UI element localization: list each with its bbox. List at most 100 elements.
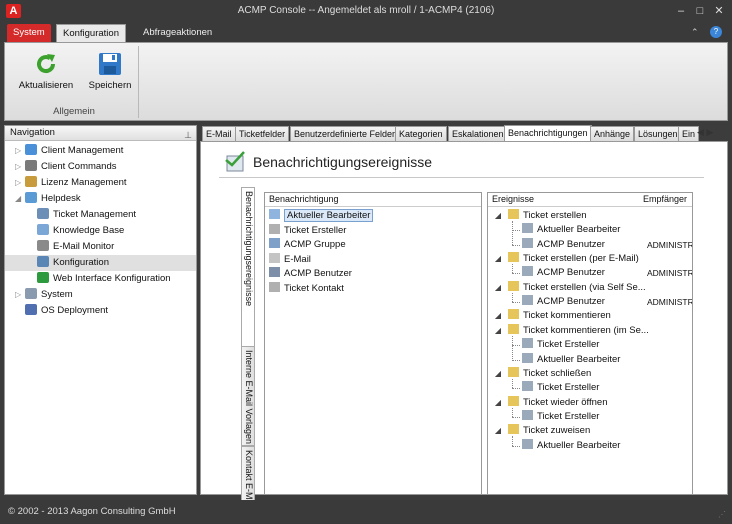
event-icon [508,424,519,435]
tree-connector [512,292,513,303]
event-node[interactable]: Ticket erstellen [508,209,587,223]
content-tab[interactable]: E-Mail [202,126,236,141]
collapse-icon[interactable]: ◢ [494,212,502,220]
event-recipient-node[interactable]: Aktueller Bearbeiter [522,438,620,453]
event-node[interactable]: Ticket kommentieren (im Se... [508,323,649,338]
tab-konfiguration[interactable]: Konfiguration [56,24,126,42]
event-label: Ticket kommentieren [523,310,611,322]
notification-item[interactable]: ACMP Benutzer [269,267,352,281]
recipient-icon [269,281,280,292]
expander-icon[interactable]: ◢ [15,191,25,207]
vtab-kontakt-email[interactable]: Kontakt E-Mail V [241,446,255,517]
nav-item-label: Lizenz Management [41,177,127,188]
tab-abfrageaktionen[interactable]: Abfrageaktionen [137,24,218,42]
collapse-icon[interactable]: ◢ [494,283,502,292]
event-node[interactable]: Ticket schließen [508,366,591,381]
floppy-disk-icon [99,53,121,75]
event-recipient-node[interactable]: Ticket Ersteller [522,409,599,424]
save-label: Speichern [88,80,132,91]
event-recipient-node[interactable]: ACMP Benutzer [522,237,605,252]
vtab-benachrichtigungsereignisse[interactable]: Benachrichtigungsereignisse [241,187,255,352]
nav-item-label: Knowledge Base [53,225,125,236]
event-recipient-node[interactable]: Ticket Ersteller [522,338,599,352]
vtab-interne-email-vorlagen[interactable]: Interne E-Mail Vorlagen [241,346,255,446]
expander-icon[interactable]: ▷ [15,175,25,191]
notification-item[interactable]: Ticket Kontakt [269,281,344,296]
recipient-icon [522,381,533,392]
minimize-button[interactable]: – [674,4,688,18]
copyright-text: © 2002 - 2013 Aagon Consulting GmbH [8,506,176,517]
tab-scroll-arrows[interactable]: ◀ ▶ [697,127,727,138]
save-button[interactable]: Speichern [81,49,139,99]
content-tab[interactable]: Ticketfelder [235,126,290,141]
content-tab[interactable]: Benachrichtigungen [504,125,592,141]
client-commands-icon [25,160,37,171]
content-tab[interactable]: Benutzerdefinierte Felder [290,126,400,141]
help-icon[interactable]: ? [710,26,722,38]
event-node[interactable]: Ticket wieder öffnen [508,395,608,410]
section-title: Benachrichtigungsereignisse [253,154,432,170]
event-node[interactable]: Ticket erstellen (via Self Se... [508,280,646,295]
nav-item[interactable]: Ticket Management [5,207,196,223]
collapse-icon[interactable]: ◢ [494,427,502,435]
events-header[interactable]: Ereignisse [492,194,534,204]
event-node[interactable]: Ticket zuweisen [508,424,590,438]
nav-item[interactable]: Knowledge Base [5,223,196,239]
recipients-header[interactable]: Empfänger [643,193,687,206]
tab-system[interactable]: System [7,24,51,42]
notification-item[interactable]: E-Mail [269,252,311,267]
notification-item[interactable]: Aktueller Bearbeiter [269,209,374,223]
section-divider [219,177,704,178]
content-tab[interactable]: Ein [678,126,700,141]
notification-item[interactable]: Ticket Ersteller [269,223,346,238]
event-recipient-node[interactable]: ACMP Benutzer [522,295,605,309]
tree-connector [512,359,520,361]
event-recipient-node[interactable]: Ticket Ersteller [522,381,599,395]
resize-grip-icon[interactable]: ⋰ [718,510,728,520]
window-title: ACMP Console -- Angemeldet als mroll / 1… [237,5,495,16]
collapse-icon[interactable]: ◢ [494,398,502,407]
nav-item-label: E-Mail Monitor [53,241,115,252]
nav-item[interactable]: ◢ Helpdesk [5,191,196,207]
tree-connector [512,230,520,232]
nav-item[interactable]: ▷ Client Management [5,143,196,159]
event-node[interactable]: Ticket erstellen (per E-Mail) [508,252,639,266]
tree-connector [512,378,513,389]
nav-item[interactable]: E-Mail Monitor [5,239,196,255]
tree-connector [512,436,513,446]
collapse-icon[interactable]: ◢ [494,326,502,335]
refresh-button[interactable]: Aktualisieren [17,49,75,99]
event-recipient-node[interactable]: Aktueller Bearbeiter [522,352,621,367]
nav-item[interactable]: ▷ System [5,287,196,303]
close-button[interactable]: ✕ [712,4,726,18]
content-tab[interactable]: Lösungen [634,126,682,141]
event-label: Aktueller Bearbeiter [537,353,621,365]
collapse-ribbon-icon[interactable]: ⌃ [691,27,701,37]
nav-item[interactable]: ▷ Client Commands [5,159,196,175]
nav-item[interactable]: Web Interface Konfiguration [5,271,196,287]
expander-icon[interactable]: ▷ [15,159,25,175]
tree-connector [512,273,520,275]
event-recipient-node[interactable]: ACMP Benutzer [522,266,605,280]
collapse-icon[interactable]: ◢ [494,369,502,378]
collapse-icon[interactable]: ◢ [494,312,502,320]
nav-item[interactable]: Konfiguration [5,255,196,271]
content-tab[interactable]: Kategorien [395,126,447,141]
pin-icon[interactable]: ⊥ [184,128,192,142]
tree-connector [512,221,513,245]
content-tab[interactable]: Anhänge [590,126,635,141]
content-tab[interactable]: Eskalationen [448,126,508,141]
nav-item[interactable]: OS Deployment [5,303,196,319]
expander-icon[interactable]: ▷ [15,143,25,159]
navigation-tree: ▷ Client Management ▷ Client Commands ▷ Lizen… [5,143,196,319]
maximize-button[interactable]: □ [693,4,707,18]
nav-item[interactable]: ▷ Lizenz Management [5,175,196,191]
notification-column-header[interactable]: Benachrichtigung [265,193,481,207]
event-node[interactable]: Ticket kommentieren [508,309,611,323]
notification-item[interactable]: ACMP Gruppe [269,238,346,252]
event-recipient-node[interactable]: Aktueller Bearbeiter [522,223,620,237]
expander-icon[interactable]: ▷ [15,287,25,303]
notification-label: Aktueller Bearbeiter [284,209,374,222]
event-icon [508,395,519,406]
collapse-icon[interactable]: ◢ [494,255,502,263]
